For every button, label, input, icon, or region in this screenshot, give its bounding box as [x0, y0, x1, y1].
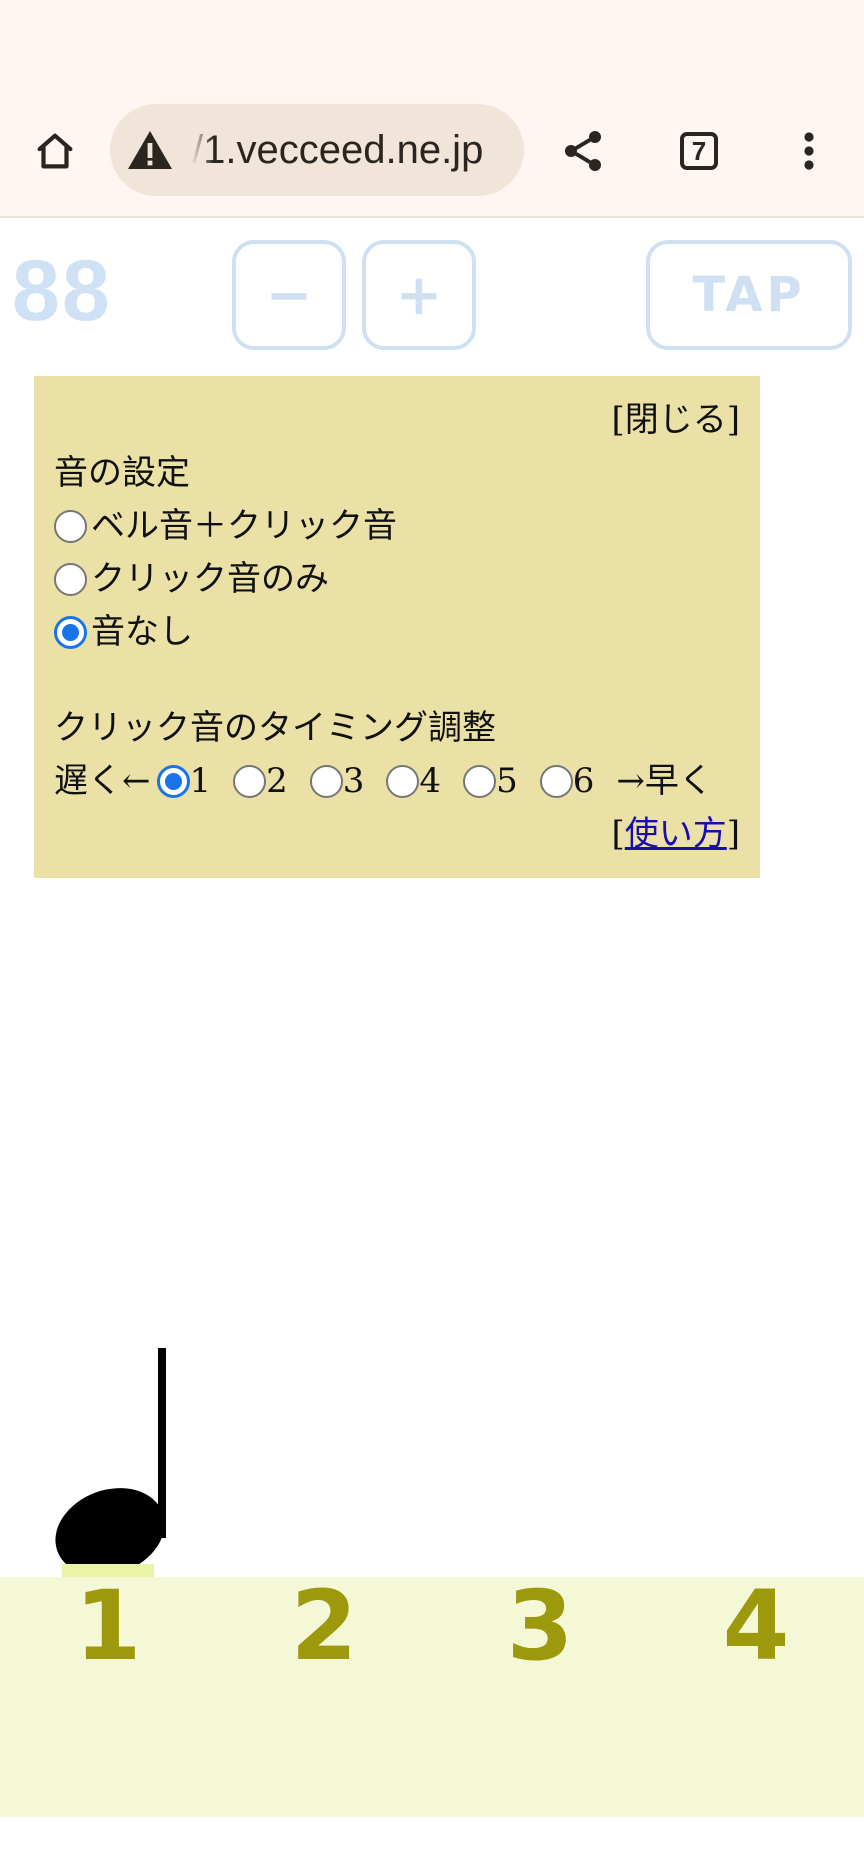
sound-settings-heading: 音の設定 — [54, 453, 190, 493]
help-link[interactable]: 使い方 — [625, 814, 727, 854]
sound-option-label: ベル音＋クリック音 — [91, 506, 397, 546]
browser-toolbar: /1.vecceed.ne.jp 7 — [0, 0, 864, 218]
share-button[interactable] — [550, 118, 616, 184]
tempo-display: 88 — [12, 243, 112, 339]
beat-1: 1 — [74, 1570, 142, 1682]
radio-button[interactable] — [309, 765, 343, 798]
radio-button[interactable] — [233, 765, 267, 798]
sound-option-bell-click[interactable]: ベル音＋クリック音 — [54, 500, 740, 553]
address-bar[interactable]: /1.vecceed.ne.jp — [110, 104, 524, 196]
timing-option-label: 1 — [189, 761, 212, 801]
timing-slow-label: 遅く← — [54, 761, 151, 801]
tempo-increase-button[interactable]: + — [362, 240, 476, 350]
timing-option-1[interactable]: 1 — [156, 755, 212, 808]
timing-option-label: 3 — [342, 761, 365, 801]
timing-option-6[interactable]: 6 — [539, 755, 595, 808]
home-icon — [37, 133, 73, 169]
timing-option-4[interactable]: 4 — [386, 755, 441, 808]
timing-option-2[interactable]: 2 — [233, 755, 288, 808]
sound-option-none[interactable]: 音なし — [54, 606, 740, 659]
quarter-note-icon — [55, 1348, 166, 1572]
home-button[interactable] — [22, 118, 88, 184]
help-bracket-close: ] — [726, 814, 740, 854]
timing-adjust-row: 遅く← 1 2 3 4 5 6 →早く — [54, 755, 740, 808]
settings-panel: [閉じる] 音の設定 ベル音＋クリック音 クリック音のみ 音なし クリック音のタ… — [34, 376, 760, 878]
timing-option-label: 4 — [419, 761, 442, 801]
close-settings-link[interactable]: [閉じる] — [611, 400, 740, 440]
timing-heading: クリック音のタイミング調整 — [54, 708, 496, 748]
radio-button-selected[interactable] — [54, 616, 87, 649]
timing-option-label: 6 — [572, 761, 595, 801]
menu-button[interactable] — [776, 118, 842, 184]
radio-button[interactable] — [54, 510, 87, 543]
tempo-decrease-button[interactable]: − — [232, 240, 346, 350]
tap-tempo-button[interactable]: TAP — [646, 240, 852, 350]
sound-option-click-only[interactable]: クリック音のみ — [54, 553, 740, 606]
beat-2: 2 — [290, 1570, 358, 1682]
timing-option-3[interactable]: 3 — [309, 755, 365, 808]
tabs-button[interactable]: 7 — [666, 118, 732, 184]
beat-3: 3 — [506, 1570, 574, 1682]
radio-button[interactable] — [463, 765, 497, 798]
radio-button[interactable] — [539, 765, 573, 798]
radio-button[interactable] — [386, 765, 420, 798]
tabs-icon: 7 — [680, 132, 718, 170]
timing-fast-label: →早く — [616, 761, 713, 801]
help-bracket-open: [ — [611, 814, 625, 854]
timing-option-label: 5 — [496, 761, 518, 801]
timing-option-label: 2 — [266, 761, 288, 801]
warning-icon — [128, 131, 172, 169]
timing-option-5[interactable]: 5 — [463, 755, 518, 808]
sound-option-label: クリック音のみ — [91, 559, 329, 599]
sound-option-label: 音なし — [91, 612, 193, 652]
radio-button[interactable] — [54, 563, 87, 596]
radio-button-selected[interactable] — [156, 765, 190, 798]
url-text: /1.vecceed.ne.jp — [192, 127, 484, 172]
share-icon — [565, 131, 601, 171]
beat-4: 4 — [722, 1570, 790, 1682]
menu-icon — [804, 132, 814, 170]
